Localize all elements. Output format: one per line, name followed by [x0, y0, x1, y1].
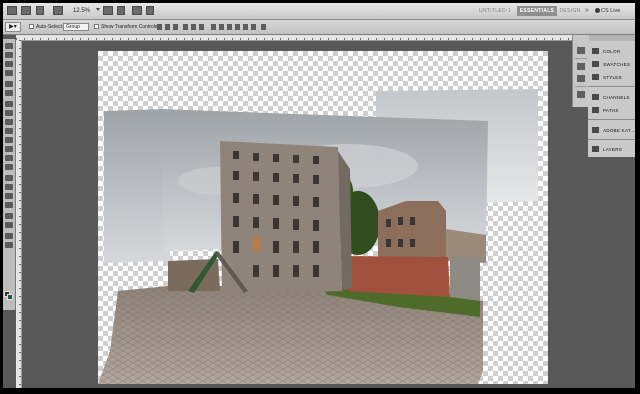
brush-tool-icon[interactable]: [5, 110, 13, 116]
distribute-right-icon[interactable]: [251, 24, 256, 30]
extras-icon[interactable]: [36, 6, 44, 15]
quick-selection-tool-icon[interactable]: [5, 70, 13, 76]
lasso-tool-icon[interactable]: [5, 61, 13, 67]
hand-tool-icon[interactable]: [5, 233, 13, 239]
color-icon: [592, 48, 599, 54]
distribute-bottom-icon[interactable]: [227, 24, 232, 30]
distribute-hcenter-icon[interactable]: [243, 24, 248, 30]
cs-live-button[interactable]: CS Live: [601, 6, 620, 16]
type-tool-icon[interactable]: [5, 184, 13, 190]
panel-adobe-kuler[interactable]: ADOBE KAT...: [588, 124, 635, 137]
show-transform-checkbox[interactable]: [94, 24, 99, 29]
distribute-top-icon[interactable]: [211, 24, 216, 30]
auto-select-checkbox[interactable]: [29, 24, 34, 29]
cs-live-icon[interactable]: [595, 8, 600, 13]
application-bar: 12.5% UNTITLED-1 ESSENTIALS DESIGN » CS …: [3, 3, 635, 20]
view-extras-icon[interactable]: [53, 6, 63, 15]
chevron-down-icon[interactable]: [96, 8, 100, 11]
paths-icon: [592, 107, 599, 113]
pen-tool-icon[interactable]: [5, 175, 13, 181]
kuler-icon: [592, 127, 599, 133]
zoom-tool-icon[interactable]: [5, 242, 13, 248]
channels-icon: [592, 94, 599, 100]
arrange-documents-icon[interactable]: [132, 6, 142, 15]
move-tool-icon[interactable]: [5, 43, 13, 49]
vertical-ruler[interactable]: [16, 40, 22, 388]
photomerge-panorama-image: [98, 89, 538, 384]
align-right-icon[interactable]: [199, 24, 204, 30]
auto-select-dropdown[interactable]: Group: [63, 23, 89, 31]
bridge-icon[interactable]: [7, 6, 17, 15]
auto-select-label: Auto-Select:: [36, 24, 64, 30]
info-icon[interactable]: [577, 75, 585, 82]
tools-panel: [3, 39, 16, 310]
align-vcenter-icon[interactable]: [165, 24, 170, 30]
panel-color[interactable]: COLOR: [588, 45, 635, 58]
gradient-tool-icon[interactable]: [5, 146, 13, 152]
panel-paths[interactable]: PATHS: [588, 104, 635, 117]
healing-brush-tool-icon[interactable]: [5, 101, 13, 107]
panel-channels[interactable]: CHANNELS: [588, 91, 635, 104]
workspace-untitled[interactable]: UNTITLED-1: [475, 6, 515, 16]
adjustments-icon[interactable]: [577, 91, 585, 98]
panel-layers[interactable]: LAYERS: [588, 143, 635, 156]
mini-bridge-icon[interactable]: [21, 6, 31, 15]
align-left-icon[interactable]: [183, 24, 188, 30]
panel-swatches[interactable]: SWATCHES: [588, 58, 635, 71]
3d-orbit-tool-icon[interactable]: [5, 222, 13, 228]
layers-icon: [592, 146, 599, 152]
panel-styles[interactable]: STYLES: [588, 71, 635, 84]
workspace-design[interactable]: DESIGN: [559, 6, 581, 16]
align-top-icon[interactable]: [157, 24, 162, 30]
hand-tool-icon[interactable]: [103, 6, 113, 15]
tool-preset-picker[interactable]: ▶▾: [5, 22, 21, 32]
navigator-icon[interactable]: [577, 63, 585, 70]
clone-stamp-tool-icon[interactable]: [5, 119, 13, 125]
styles-icon: [592, 74, 599, 80]
align-hcenter-icon[interactable]: [191, 24, 196, 30]
swatches-icon: [592, 61, 599, 67]
shape-tool-icon[interactable]: [5, 202, 13, 208]
background-color-swatch[interactable]: [7, 294, 13, 300]
crop-tool-icon[interactable]: [5, 81, 13, 87]
path-selection-tool-icon[interactable]: [5, 193, 13, 199]
document-canvas[interactable]: [98, 51, 548, 384]
3d-rotate-tool-icon[interactable]: [5, 213, 13, 219]
horizontal-ruler[interactable]: [16, 35, 572, 41]
options-bar: ▶▾ Auto-Select: Group Show Transform Con…: [3, 20, 635, 35]
blur-tool-icon[interactable]: [5, 155, 13, 161]
workspace-essentials[interactable]: ESSENTIALS: [517, 6, 557, 16]
panel-buttons: COLOR SWATCHES STYLES CHANNELS PATHS ADO…: [588, 41, 635, 157]
show-transform-label: Show Transform Controls: [101, 24, 158, 30]
rotate-view-icon[interactable]: [117, 6, 125, 15]
zoom-level[interactable]: 12.5%: [73, 6, 90, 16]
history-brush-tool-icon[interactable]: [5, 128, 13, 134]
eyedropper-tool-icon[interactable]: [5, 90, 13, 96]
collapsed-panel-strip: [572, 35, 589, 107]
dodge-tool-icon[interactable]: [5, 164, 13, 170]
distribute-left-icon[interactable]: [235, 24, 240, 30]
auto-align-icon[interactable]: [261, 24, 266, 30]
more-workspaces-icon[interactable]: »: [583, 6, 591, 16]
marquee-tool-icon[interactable]: [5, 52, 13, 58]
align-bottom-icon[interactable]: [173, 24, 178, 30]
distribute-vcenter-icon[interactable]: [219, 24, 224, 30]
eraser-tool-icon[interactable]: [5, 137, 13, 143]
photoshop-window: 12.5% UNTITLED-1 ESSENTIALS DESIGN » CS …: [3, 3, 635, 388]
history-icon[interactable]: [577, 47, 585, 54]
screen-mode-icon[interactable]: [146, 6, 154, 15]
